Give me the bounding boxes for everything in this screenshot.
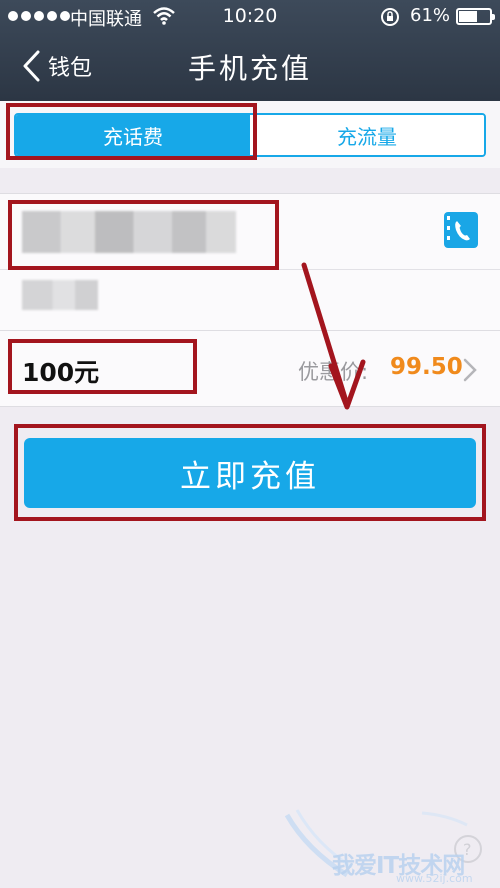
tab-data-plan[interactable]: 充流量 (250, 115, 484, 155)
battery-percent: 61% (410, 5, 451, 26)
top-bar: 中国联通 10:20 61% 钱包 手机充值 (0, 0, 500, 101)
annotation-box-amount (8, 339, 197, 394)
discount-price-value: 99.50 (390, 354, 463, 380)
rotation-lock-icon (381, 8, 399, 26)
chevron-right-icon (463, 358, 477, 382)
contact-name (22, 280, 98, 310)
page-title: 手机充值 (187, 52, 312, 85)
annotation-box-phone (8, 200, 279, 270)
annotation-box-button (14, 424, 486, 521)
discount-price-label: 优惠价: (298, 360, 369, 384)
phone-handset-icon (447, 216, 470, 241)
status-bar: 中国联通 10:20 61% (0, 0, 500, 34)
annotation-box-tab (6, 103, 257, 160)
svg-text:?: ? (463, 840, 472, 859)
battery-icon (456, 8, 495, 25)
battery-fill (459, 11, 477, 22)
phone-contact-icon[interactable] (444, 212, 478, 248)
watermark-url: www.52ij.com (396, 872, 473, 885)
